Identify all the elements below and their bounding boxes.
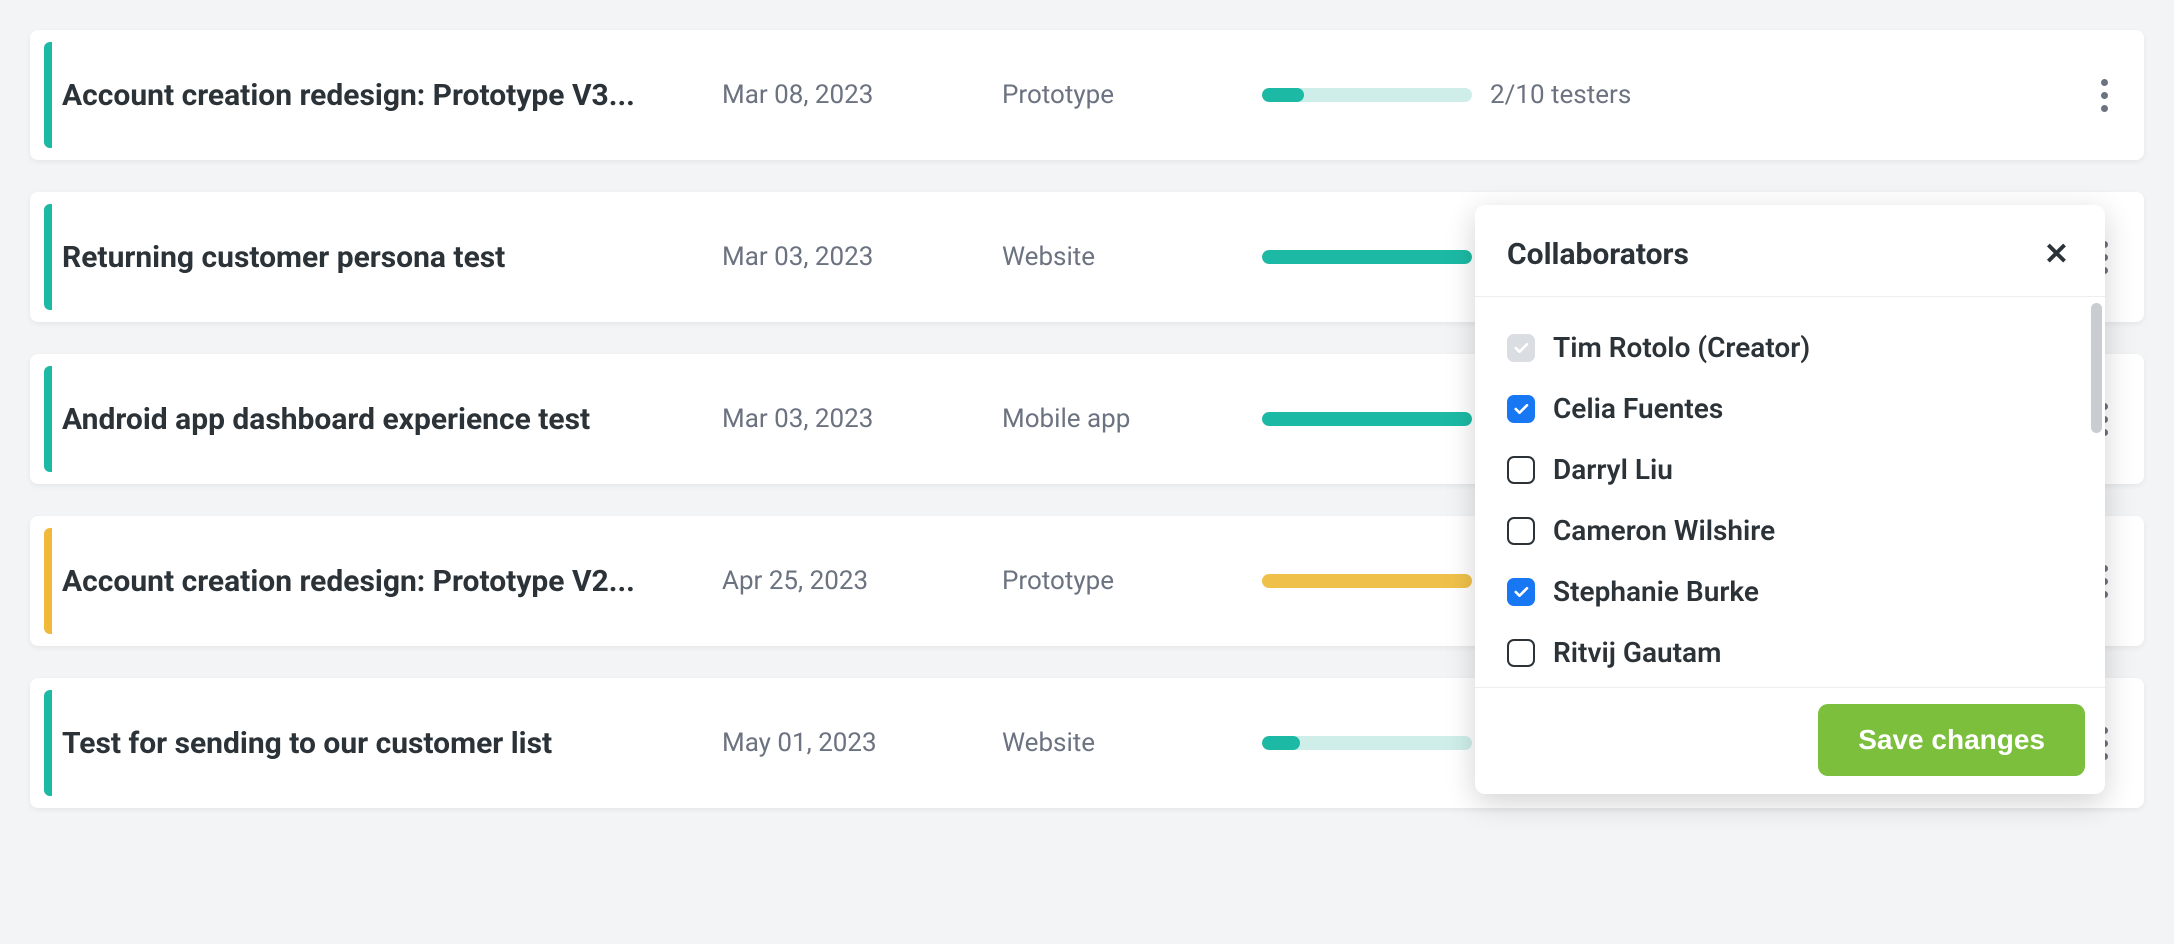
test-title: Android app dashboard experience test (62, 402, 722, 437)
collaborator-row[interactable]: Tim Rotolo (Creator) (1503, 317, 2077, 378)
progress-text: 2/10 testers (1490, 80, 1631, 110)
test-title: Test for sending to our customer list (62, 726, 722, 761)
checkbox-checked-icon[interactable] (1507, 578, 1535, 606)
collaborator-name: Celia Fuentes (1553, 392, 1723, 425)
test-title: Returning customer persona test (62, 240, 722, 275)
collaborators-popover: Collaborators ✕ Tim Rotolo (Creator) Cel… (1475, 205, 2105, 794)
test-date: Mar 03, 2023 (722, 242, 1002, 272)
test-date: May 01, 2023 (722, 728, 1002, 758)
test-type: Prototype (1002, 80, 1262, 110)
popover-header: Collaborators ✕ (1475, 205, 2105, 297)
progress-fill (1262, 250, 1472, 264)
progress-fill (1262, 88, 1304, 102)
progress-bar (1262, 88, 1472, 102)
test-date: Apr 25, 2023 (722, 566, 1002, 596)
more-menu-button[interactable] (2084, 65, 2124, 125)
test-title: Account creation redesign: Prototype V2.… (62, 564, 722, 599)
test-date: Mar 08, 2023 (722, 80, 1002, 110)
status-accent (44, 528, 52, 634)
status-accent (44, 366, 52, 472)
checkbox-unchecked-icon[interactable] (1507, 517, 1535, 545)
save-changes-button[interactable]: Save changes (1818, 704, 2085, 776)
status-accent (44, 690, 52, 796)
progress-bar (1262, 412, 1472, 426)
popover-title: Collaborators (1507, 237, 1689, 272)
close-icon[interactable]: ✕ (2040, 233, 2073, 276)
scrollbar-thumb[interactable] (2091, 303, 2102, 433)
status-accent (44, 42, 52, 148)
collaborator-name: Cameron Wilshire (1553, 514, 1775, 547)
progress-cell: 2/10 testers (1262, 80, 1662, 110)
test-date: Mar 03, 2023 (722, 404, 1002, 434)
collaborator-name: Ritvij Gautam (1553, 636, 1721, 669)
test-type: Website (1002, 728, 1262, 758)
collaborator-name: Darryl Liu (1553, 453, 1673, 486)
collaborator-row[interactable]: Ritvij Gautam (1503, 622, 2077, 683)
progress-bar (1262, 250, 1472, 264)
checkbox-unchecked-icon[interactable] (1507, 639, 1535, 667)
collaborator-row[interactable]: Cameron Wilshire (1503, 500, 2077, 561)
progress-fill (1262, 736, 1300, 750)
test-list: Account creation redesign: Prototype V3.… (30, 30, 2144, 808)
popover-footer: Save changes (1475, 687, 2105, 794)
checkbox-unchecked-icon[interactable] (1507, 456, 1535, 484)
test-type: Mobile app (1002, 404, 1262, 434)
progress-fill (1262, 412, 1472, 426)
test-type: Prototype (1002, 566, 1262, 596)
checkbox-checked-icon[interactable] (1507, 395, 1535, 423)
test-title: Account creation redesign: Prototype V3.… (62, 78, 722, 113)
popover-body: Tim Rotolo (Creator) Celia Fuentes Darry… (1475, 297, 2105, 687)
collaborator-row[interactable]: Darryl Liu (1503, 439, 2077, 500)
test-type: Website (1002, 242, 1262, 272)
collaborator-row[interactable]: Celia Fuentes (1503, 378, 2077, 439)
progress-bar (1262, 574, 1472, 588)
checkbox-checked-disabled-icon (1507, 334, 1535, 362)
collaborator-row[interactable]: Stephanie Burke (1503, 561, 2077, 622)
progress-fill (1262, 574, 1472, 588)
collaborator-name: Stephanie Burke (1553, 575, 1759, 608)
collaborator-name: Tim Rotolo (Creator) (1553, 331, 1810, 364)
progress-bar (1262, 736, 1472, 750)
status-accent (44, 204, 52, 310)
test-card[interactable]: Account creation redesign: Prototype V3.… (30, 30, 2144, 160)
